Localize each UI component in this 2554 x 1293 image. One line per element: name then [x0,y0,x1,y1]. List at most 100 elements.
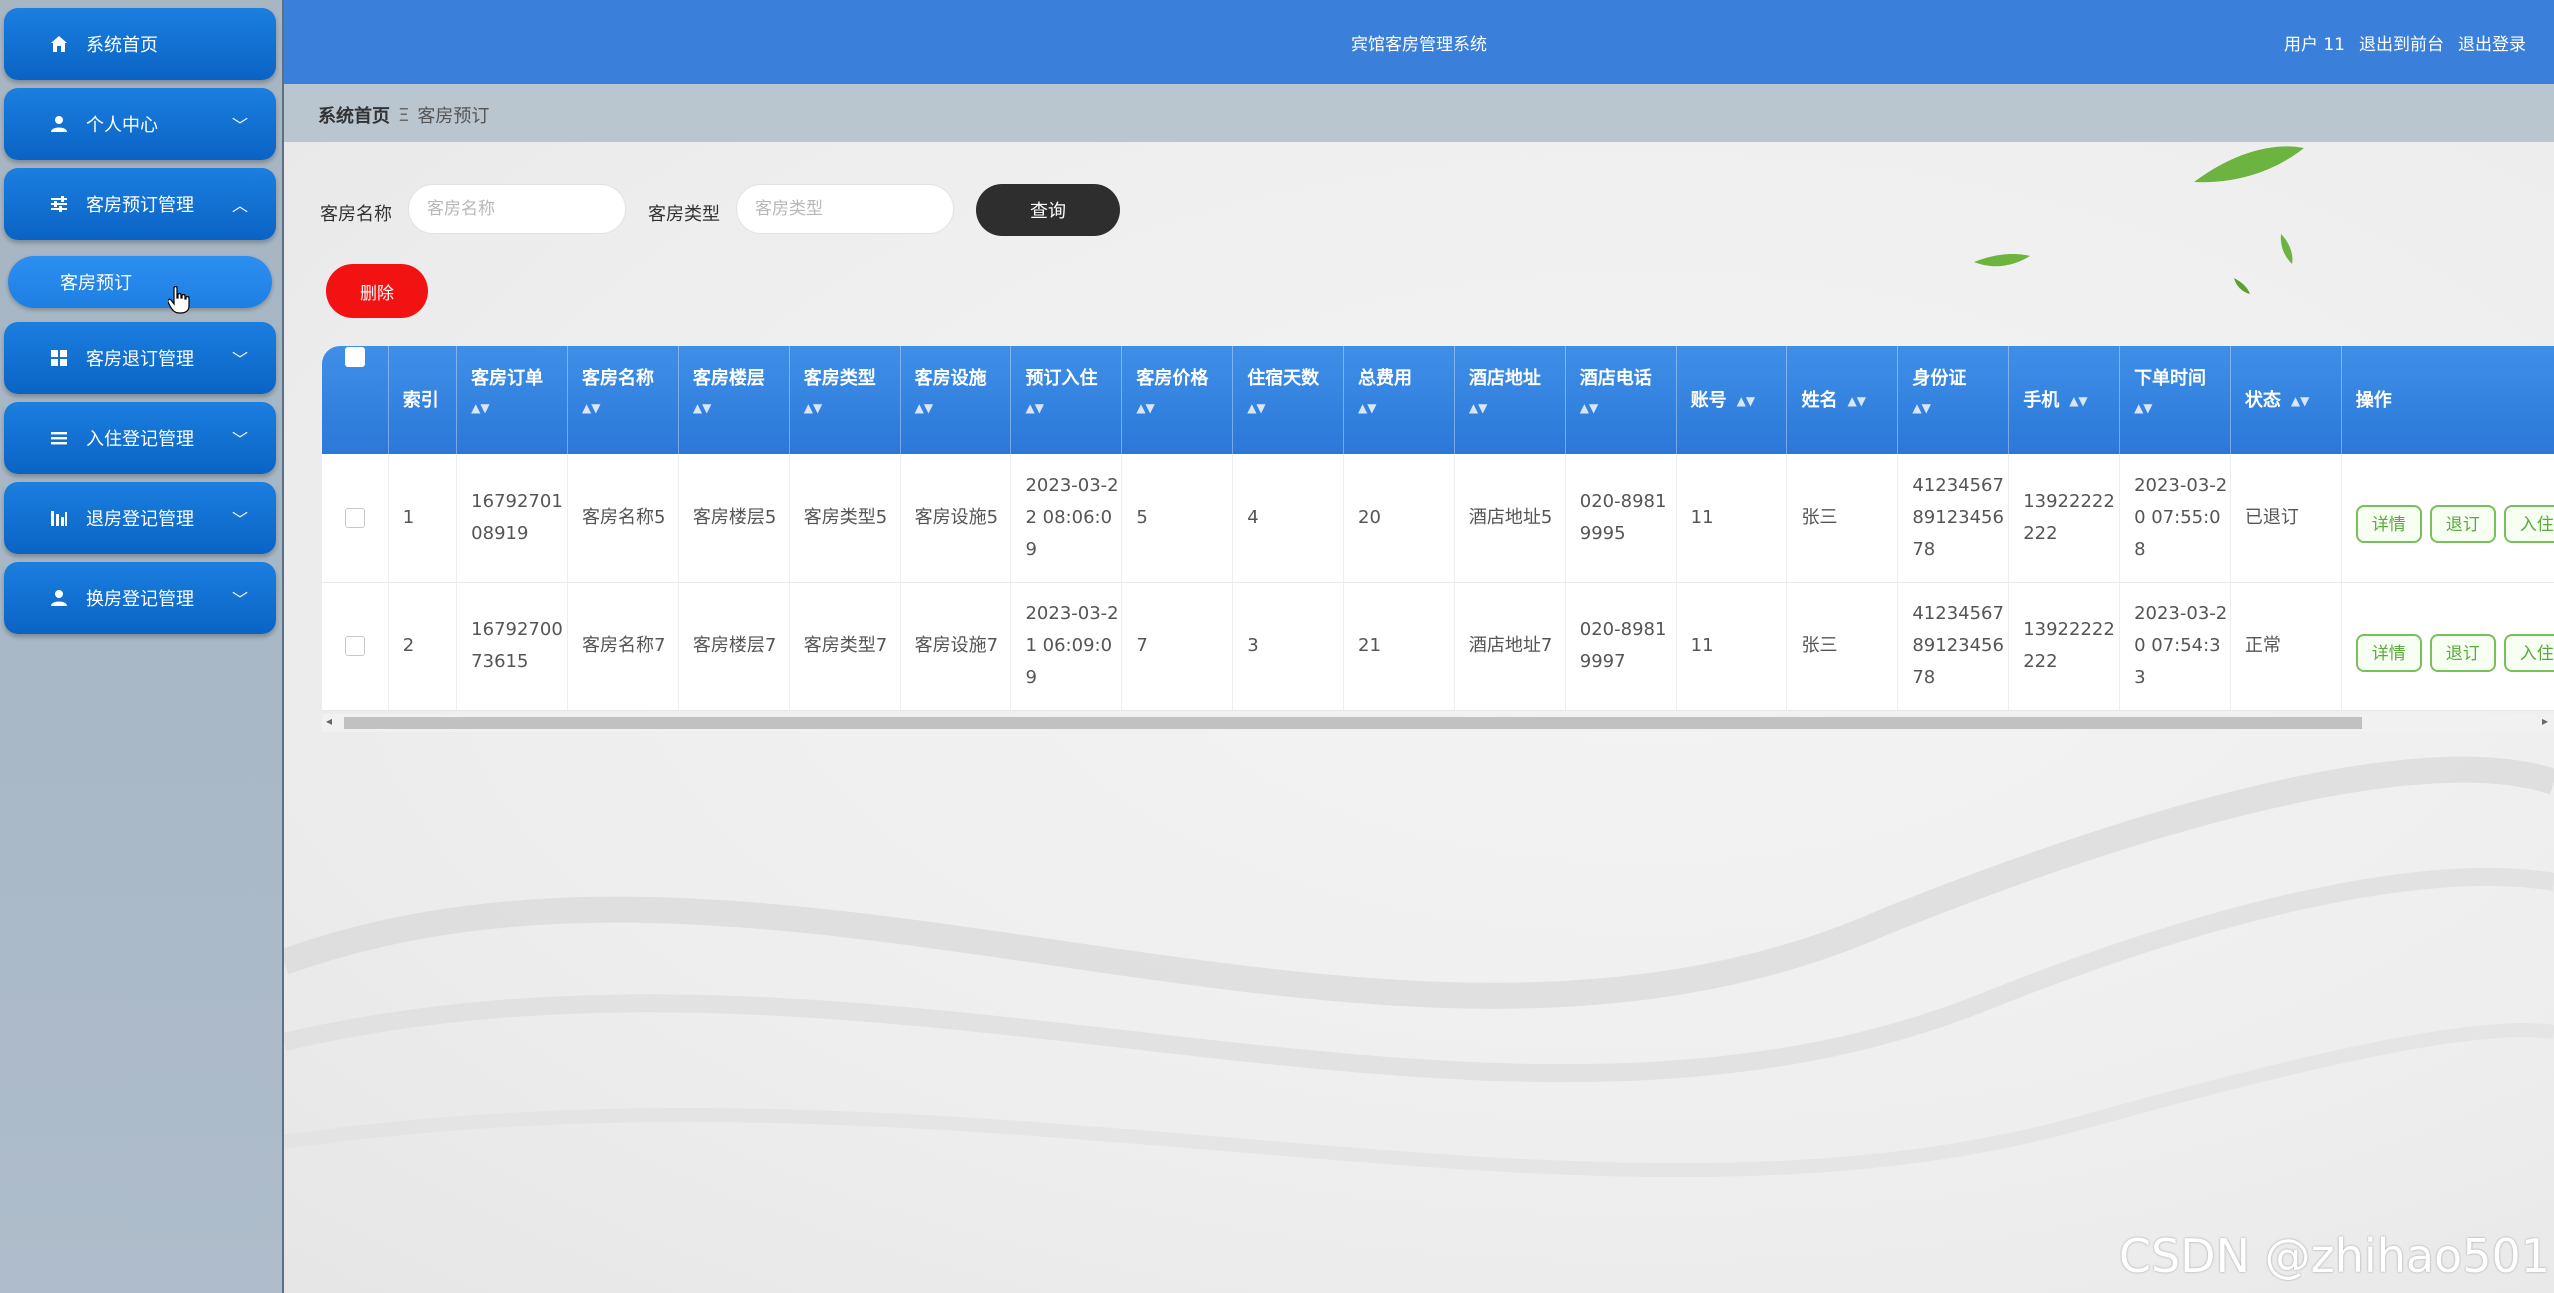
sort-icon[interactable]: ▲▼ [1025,402,1121,414]
cell-floor: 客房楼层5 [678,454,790,583]
sort-icon[interactable]: ▲▼ [1847,395,1865,407]
sort-icon[interactable]: ▲▼ [2069,395,2087,407]
breadcrumb-bar: 系统首页 Ξ 客房预订 [284,84,2554,142]
cancel-booking-button[interactable]: 退订 [2429,633,2496,672]
sidebar-item-checkout-mgmt[interactable]: 退房登记管理 ﹀ [4,482,276,554]
column-header[interactable]: 账号 ▲▼ [1676,346,1788,454]
sidebar-item-cancel-mgmt[interactable]: 客房退订管理 ﹀ [4,322,276,394]
sidebar-item-change-room-mgmt[interactable]: 换房登记管理 ﹀ [4,562,276,634]
detail-button[interactable]: 详情 [2355,505,2422,544]
cell-order-time: 2023-03-20 07:55:08 [2119,454,2231,583]
sort-icon[interactable]: ▲▼ [1737,395,1755,407]
cell-actions: 详情 退订 入住 [2341,454,2554,583]
breadcrumb-separator: Ξ [398,104,410,126]
column-header[interactable]: 手机 ▲▼ [2008,346,2121,454]
chevron-down-icon: ﹀ [231,590,248,609]
sort-icon[interactable]: ▲▼ [804,402,900,414]
sidebar-item-label: 入住登记管理 [86,429,194,450]
sliders-icon [48,193,70,215]
row-select-cell[interactable] [322,582,389,711]
delete-button[interactable]: 删除 [326,264,428,318]
cell-facility: 客房设施7 [900,582,1012,711]
app-title: 宾馆客房管理系统 [1351,35,1487,55]
cell-actions: 详情 退订 入住 [2341,582,2554,711]
scroll-right-icon[interactable]: ▸ [2542,714,2548,728]
cell-order-time: 2023-03-20 07:54:33 [2119,582,2231,711]
column-header[interactable]: 姓名 ▲▼ [1786,346,1899,454]
sidebar-item-booking-mgmt[interactable]: 客房预订管理 ︿ [4,168,276,240]
cell-hotel-phone: 020-89819997 [1565,582,1677,711]
room-type-input[interactable] [736,184,954,234]
sort-icon[interactable]: ▲▼ [693,402,789,414]
column-header[interactable]: 身份证 ▲▼ [1897,346,2010,454]
sort-icon[interactable]: ▲▼ [2134,402,2230,414]
sort-icon[interactable]: ▲▼ [471,402,567,414]
sort-icon[interactable]: ▲▼ [1469,402,1565,414]
column-header[interactable]: 预订入住 ▲▼ [1010,346,1123,454]
cell-hotel-phone: 020-89819995 [1565,454,1677,583]
sort-icon[interactable]: ▲▼ [915,402,1011,414]
scroll-left-icon[interactable]: ◂ [326,714,332,728]
column-header[interactable]: 状态 ▲▼ [2230,346,2342,454]
sidebar-item-label: 换房登记管理 [86,589,194,610]
room-name-input[interactable] [408,184,626,234]
column-header[interactable]: 下单时间 ▲▼ [2119,346,2231,454]
cell-total: 20 [1343,454,1455,583]
top-header: 宾馆客房管理系统 用户 11 退出到前台 退出登录 [284,0,2554,84]
list-icon [48,427,70,449]
home-icon [48,33,70,55]
checkin-button[interactable]: 入住 [2503,633,2554,672]
query-button[interactable]: 查询 [976,184,1120,236]
sort-icon[interactable]: ▲▼ [1247,402,1343,414]
cell-id-card: 412345678912345678 [1897,454,2010,583]
exit-to-front-link[interactable]: 退出到前台 [2359,30,2444,55]
column-header[interactable]: 酒店电话 ▲▼ [1565,346,1677,454]
checkin-button[interactable]: 入住 [2503,505,2554,544]
column-header[interactable]: 客房价格 ▲▼ [1121,346,1234,454]
cell-checkin-date: 2023-03-21 06:09:09 [1010,582,1123,711]
cell-order: 1679270073615 [456,582,569,711]
sort-icon[interactable]: ▲▼ [1358,402,1454,414]
select-all-checkbox[interactable] [344,347,365,367]
sidebar-subitem-label: 客房预订 [60,273,132,294]
cell-mobile: 13922222222 [2008,582,2121,711]
column-header[interactable]: 酒店地址 ▲▼ [1454,346,1566,454]
column-header[interactable]: 住宿天数 ▲▼ [1232,346,1345,454]
cell-name: 张三 [1786,582,1899,711]
select-all-cell[interactable] [322,346,389,454]
sort-icon[interactable]: ▲▼ [1136,402,1232,414]
column-header[interactable]: 客房楼层 ▲▼ [678,346,790,454]
column-header[interactable]: 客房名称 ▲▼ [567,346,679,454]
column-header[interactable]: 总费用 ▲▼ [1343,346,1455,454]
sort-icon[interactable]: ▲▼ [2291,395,2309,407]
breadcrumb-current: 客房预订 [417,106,490,127]
table-row: 1 1679270108919 客房名称5 客房楼层5 客房类型5 客房设施5 … [322,454,2554,583]
column-header[interactable]: 客房订单 ▲▼ [456,346,569,454]
sidebar-item-checkin-mgmt[interactable]: 入住登记管理 ﹀ [4,402,276,474]
chevron-up-icon: ︿ [231,196,248,215]
sort-icon[interactable]: ▲▼ [1912,402,2008,414]
sidebar-item-label: 客房预订管理 [86,195,194,216]
row-checkbox[interactable] [344,636,365,656]
logout-link[interactable]: 退出登录 [2458,30,2526,55]
sidebar-item-profile[interactable]: 个人中心 ﹀ [4,88,276,160]
cell-days: 4 [1232,454,1345,583]
sort-icon[interactable]: ▲▼ [1580,402,1676,414]
column-header: 操作 [2341,346,2554,454]
column-header[interactable]: 客房设施 ▲▼ [900,346,1012,454]
sidebar-item-label: 客房退订管理 [86,349,194,370]
cell-room-name: 客房名称5 [567,454,679,583]
row-select-cell[interactable] [322,454,389,583]
breadcrumb-home[interactable]: 系统首页 [318,102,390,128]
sidebar-item-home[interactable]: 系统首页 [4,8,276,80]
sidebar-subitem-booking[interactable]: 客房预订 [8,256,272,314]
sidebar-item-label: 系统首页 [86,35,158,56]
cell-account: 11 [1676,454,1788,583]
detail-button[interactable]: 详情 [2355,633,2422,672]
cancel-booking-button[interactable]: 退订 [2429,505,2496,544]
sort-icon[interactable]: ▲▼ [582,402,678,414]
column-header[interactable]: 客房类型 ▲▼ [789,346,901,454]
horizontal-scrollbar[interactable]: ◂ ▸ [322,714,2554,732]
scrollbar-thumb[interactable] [344,717,2362,729]
row-checkbox[interactable] [344,507,365,528]
